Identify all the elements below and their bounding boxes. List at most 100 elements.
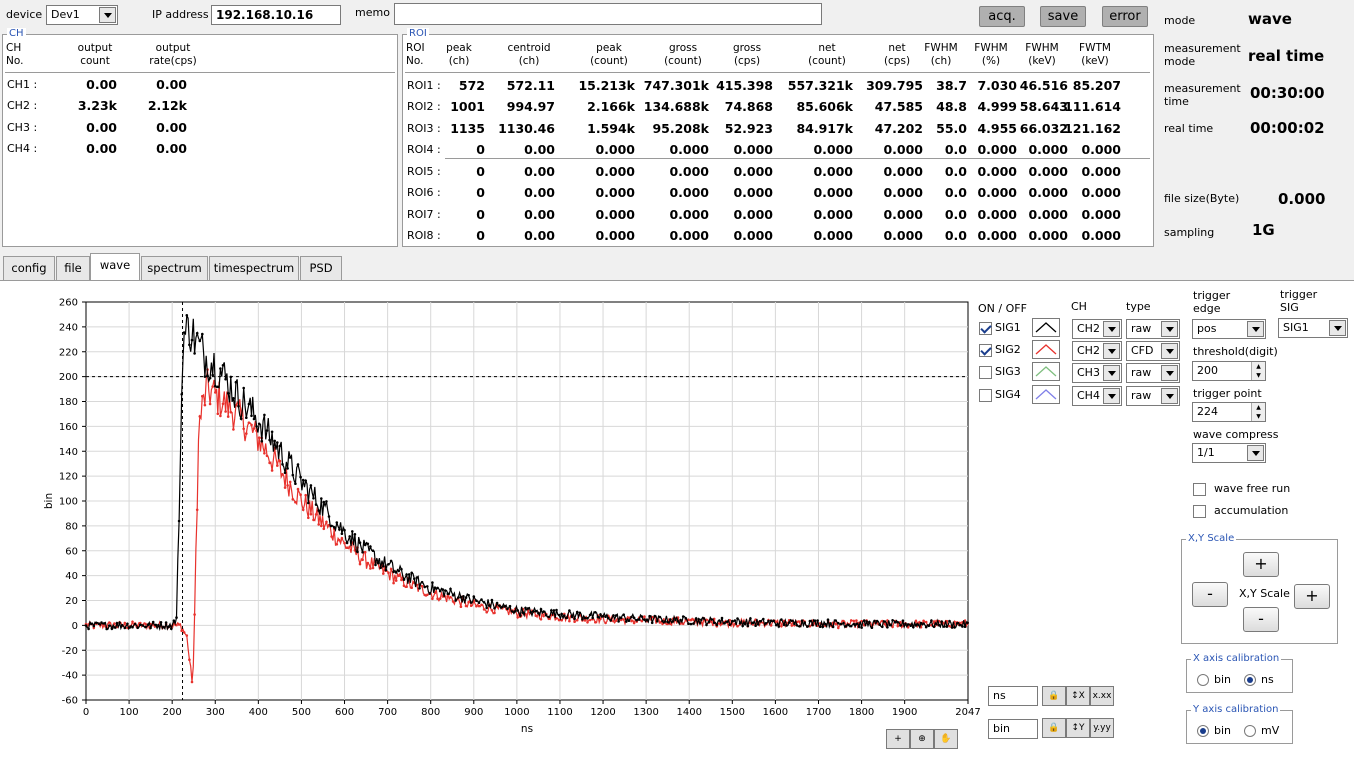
sig-checkbox[interactable] bbox=[979, 388, 992, 402]
cursor-tool-icon[interactable]: + bbox=[886, 729, 910, 749]
zoom-tool-icon[interactable]: ⊕ bbox=[910, 729, 934, 749]
data-point bbox=[573, 617, 576, 620]
data-point bbox=[563, 614, 566, 617]
roi-cell: 85.606k bbox=[796, 99, 853, 114]
spinner-icon[interactable]: ▲ ▼ bbox=[1251, 403, 1265, 421]
sig-type-select[interactable]: CFD bbox=[1126, 341, 1180, 361]
data-point bbox=[868, 620, 871, 624]
roi-cell: 0.000 bbox=[813, 142, 853, 157]
data-point bbox=[896, 621, 900, 624]
x-format-icon[interactable]: x.xx bbox=[1090, 686, 1114, 706]
y-calib-mv-radio[interactable] bbox=[1244, 724, 1256, 737]
roi-cell: 1135 bbox=[450, 121, 485, 136]
data-point bbox=[397, 574, 401, 578]
y-tick-label: -20 bbox=[62, 646, 78, 657]
data-point bbox=[800, 619, 804, 622]
y-scale-plus-button[interactable]: + bbox=[1243, 552, 1279, 577]
data-point bbox=[480, 598, 483, 601]
data-point bbox=[630, 619, 633, 623]
sig-ch-select[interactable]: CH2 bbox=[1072, 319, 1122, 339]
data-point bbox=[387, 571, 390, 574]
data-point bbox=[167, 625, 170, 628]
sig-checkbox[interactable] bbox=[979, 365, 992, 379]
x-calib-ns-radio[interactable] bbox=[1244, 673, 1256, 686]
sig-name: SIG2 bbox=[995, 343, 1021, 356]
x-lock-icon[interactable]: 🔒 bbox=[1042, 686, 1066, 706]
tab-PSD[interactable]: PSD bbox=[300, 256, 342, 280]
threshold-value: 200 bbox=[1197, 364, 1218, 377]
tab-timespectrum[interactable]: timespectrum bbox=[209, 256, 299, 280]
data-point bbox=[149, 626, 152, 630]
sig-type-select[interactable]: raw bbox=[1126, 363, 1180, 383]
data-point bbox=[216, 412, 220, 416]
data-point bbox=[493, 607, 496, 610]
sig-ch-select[interactable]: CH3 bbox=[1072, 363, 1122, 383]
data-point bbox=[935, 623, 938, 626]
data-point bbox=[449, 587, 452, 591]
spinner-icon[interactable]: ▲ ▼ bbox=[1251, 362, 1265, 380]
chevron-down-icon bbox=[1161, 388, 1178, 404]
trigger-edge-select[interactable]: pos bbox=[1192, 319, 1266, 339]
threshold-input[interactable]: 200 ▲ ▼ bbox=[1192, 361, 1266, 381]
wave-compress-select[interactable]: 1/1 bbox=[1192, 443, 1266, 463]
sig-type-select[interactable]: raw bbox=[1126, 319, 1180, 339]
roi-cell: 15.213k bbox=[578, 78, 635, 93]
y-unit-box[interactable]: bin bbox=[988, 719, 1038, 739]
data-point bbox=[906, 623, 910, 626]
pan-tool-icon[interactable]: ✋ bbox=[934, 729, 958, 749]
x-unit-box[interactable]: ns bbox=[988, 686, 1038, 706]
trigger-sig-select[interactable]: SIG1 bbox=[1278, 318, 1348, 338]
ip-input[interactable]: 192.168.10.16 bbox=[211, 5, 341, 25]
tab-config[interactable]: config bbox=[3, 256, 55, 280]
data-point bbox=[917, 623, 920, 627]
y-lock-icon[interactable]: 🔒 bbox=[1042, 718, 1066, 738]
roi-cell: 0.000 bbox=[813, 185, 853, 200]
save-button[interactable]: save bbox=[1040, 6, 1086, 27]
data-point bbox=[291, 498, 295, 501]
y-scale-minus-button[interactable]: - bbox=[1243, 607, 1279, 632]
accumulation-checkbox[interactable] bbox=[1193, 504, 1206, 518]
data-point bbox=[325, 500, 328, 503]
x-tick-label: 1600 bbox=[763, 707, 788, 718]
data-point bbox=[431, 581, 434, 584]
data-point bbox=[400, 567, 403, 571]
tab-wave[interactable]: wave bbox=[90, 253, 140, 281]
x-axis-label: ns bbox=[521, 723, 533, 735]
sig-ch-select[interactable]: CH4 bbox=[1072, 386, 1122, 406]
data-point bbox=[234, 380, 238, 384]
wave-free-run-checkbox[interactable] bbox=[1193, 482, 1206, 496]
data-point bbox=[560, 612, 563, 616]
data-point bbox=[177, 519, 181, 523]
data-point bbox=[586, 621, 589, 624]
measurement-mode-label: measurement mode bbox=[1164, 42, 1241, 68]
y-calib-bin-radio[interactable] bbox=[1197, 724, 1209, 737]
tab-spectrum[interactable]: spectrum bbox=[141, 256, 208, 280]
y-format-icon[interactable]: y.yy bbox=[1090, 718, 1114, 738]
data-point bbox=[232, 397, 235, 400]
data-point bbox=[268, 438, 271, 442]
y-autoscale-icon[interactable]: ↕Y bbox=[1066, 718, 1090, 738]
memo-input[interactable] bbox=[394, 3, 822, 25]
data-point bbox=[190, 680, 194, 684]
data-point bbox=[650, 621, 654, 625]
device-select[interactable]: Dev1 bbox=[46, 5, 118, 25]
data-point bbox=[937, 623, 941, 627]
trigger-point-input[interactable]: 224 ▲ ▼ bbox=[1192, 402, 1266, 422]
sig-checkbox[interactable] bbox=[979, 321, 992, 335]
sig-checkbox[interactable] bbox=[979, 343, 992, 357]
acq-button[interactable]: acq. bbox=[979, 6, 1025, 27]
x-calib-bin-radio[interactable] bbox=[1197, 673, 1209, 686]
data-point bbox=[436, 597, 439, 600]
tab-file[interactable]: file bbox=[56, 256, 90, 280]
data-point bbox=[151, 620, 155, 624]
data-point bbox=[201, 332, 204, 336]
sig-ch-select[interactable]: CH2 bbox=[1072, 341, 1122, 361]
error-button[interactable]: error bbox=[1102, 6, 1148, 27]
ch-row-rate: 0.00 bbox=[156, 77, 187, 92]
x-scale-minus-button[interactable]: - bbox=[1192, 582, 1228, 607]
x-scale-plus-button[interactable]: + bbox=[1294, 584, 1330, 609]
x-autoscale-icon[interactable]: ↕X bbox=[1066, 686, 1090, 706]
data-point bbox=[932, 625, 936, 629]
sig-type-select[interactable]: raw bbox=[1126, 386, 1180, 406]
wave-chart[interactable]: 0 100 200 300 400 500 600 700 800 900 1000 1100 1200… bbox=[40, 288, 980, 740]
